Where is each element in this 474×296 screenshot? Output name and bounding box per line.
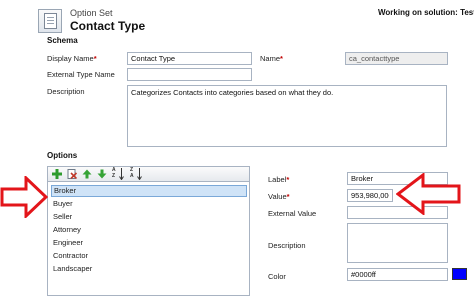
description-field[interactable]: Categorizes Contacts into categories bas… (127, 85, 447, 147)
sort-ascending-icon[interactable]: A Z (112, 168, 125, 180)
description-label: Description (47, 87, 85, 96)
annotation-arrow-left (396, 173, 461, 215)
name-field[interactable] (345, 52, 448, 65)
option-item-contractor[interactable]: Contractor (51, 250, 247, 262)
option-item-engineer[interactable]: Engineer (51, 237, 247, 249)
display-name-field[interactable] (127, 52, 252, 65)
option-label-label: Label* (268, 175, 290, 184)
sort-asc-bottom-letter: Z (112, 173, 116, 179)
delete-icon[interactable] (67, 169, 77, 179)
option-set-icon (38, 9, 62, 33)
color-label: Color (268, 272, 286, 281)
option-item-broker[interactable]: Broker (51, 185, 247, 197)
add-icon[interactable] (52, 169, 62, 179)
option-description-label: Description (268, 241, 306, 250)
entity-type-label: Option Set (70, 8, 113, 18)
options-list[interactable]: Broker Buyer Seller Attorney Engineer Co… (47, 182, 250, 296)
external-type-name-field[interactable] (127, 68, 252, 81)
external-type-name-label: External Type Name (47, 70, 115, 79)
option-description-field[interactable] (347, 223, 448, 263)
move-up-icon[interactable] (82, 169, 92, 179)
annotation-arrow-right (0, 176, 48, 218)
sort-descending-icon[interactable]: Z A (130, 168, 143, 180)
schema-section-title: Schema (47, 36, 78, 45)
option-item-attorney[interactable]: Attorney (51, 224, 247, 236)
color-swatch[interactable] (452, 268, 467, 280)
option-value-field[interactable] (347, 189, 393, 202)
required-marker: * (280, 54, 283, 63)
move-down-icon[interactable] (97, 169, 107, 179)
solution-status: Working on solution: Testi (378, 8, 474, 17)
color-field[interactable] (347, 268, 448, 281)
options-toolbar: A Z Z A (47, 166, 250, 182)
required-marker: * (286, 175, 290, 184)
required-marker: * (286, 192, 290, 201)
option-item-landscaper[interactable]: Landscaper (51, 263, 247, 275)
option-item-buyer[interactable]: Buyer (51, 198, 247, 210)
page-title: Contact Type (70, 19, 146, 33)
display-name-label: Display Name* (47, 54, 97, 63)
required-marker: * (93, 54, 97, 63)
option-item-seller[interactable]: Seller (51, 211, 247, 223)
options-section-title: Options (47, 151, 78, 160)
name-label: Name* (260, 54, 283, 63)
external-value-label: External Value (268, 209, 317, 218)
option-value-label: Value* (268, 192, 290, 201)
sort-desc-bottom-letter: A (130, 173, 134, 179)
